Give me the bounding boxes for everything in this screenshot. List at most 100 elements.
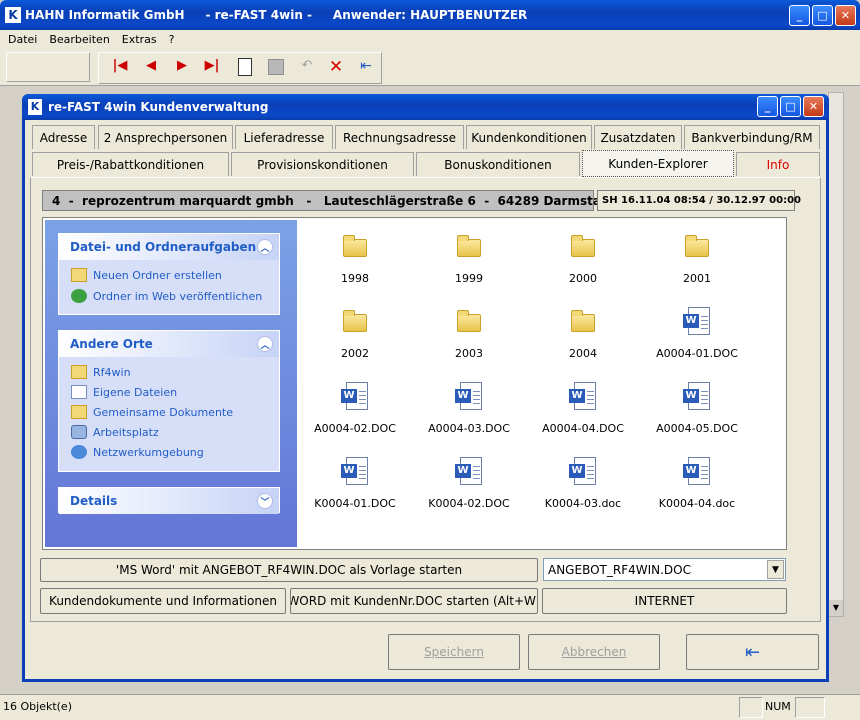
tab-preis-rabatt[interactable]: Preis-/Rabattkonditionen [32,152,229,176]
link-publish-web-label: Ordner im Web veröffentlichen [93,289,263,303]
customer-documents-button[interactable]: Kundendokumente und Informationen [40,588,286,614]
tab-bankverbindung[interactable]: Bankverbindung/RM [684,125,820,149]
network-icon [71,445,87,459]
documents-icon [71,385,87,399]
collapse-chevron-icon[interactable]: ︿ [257,336,273,352]
scroll-down-arrow-icon[interactable]: ▼ [829,600,843,616]
link-publish-web[interactable]: Ordner im Web veröffentlichen [71,289,262,303]
link-arbeitsplatz[interactable]: Arbeitsplatz [71,425,159,439]
word-document-icon: W [339,455,371,487]
session-info: SH 16.11.04 08:54 / 30.12.97 00:00 [597,190,801,211]
dialog-logo-icon: K [28,99,42,115]
menu-datei[interactable]: Datei [8,33,37,46]
document-item[interactable]: W K0004-01.DOC [305,455,405,525]
tab-adresse[interactable]: Adresse [32,125,95,149]
word-document-icon: W [681,305,713,337]
tab-provision[interactable]: Provisionskonditionen [231,152,414,176]
undo-icon[interactable]: ↶ [298,58,316,76]
cancel-button[interactable]: Abbrechen [528,634,660,670]
document-item[interactable]: W A0004-05.DOC [647,380,747,450]
word-document-icon: W [453,380,485,412]
status-separator-1 [739,697,763,718]
panel-file-folder-tasks-title: Datei- und Ordneraufgaben [70,240,257,254]
file-list: 1998 1999 2000 2001 2002 2003 2004 W A0004-01.DO… [297,220,785,547]
folder-icon [681,230,713,262]
exit-door-icon[interactable]: ⇤ [356,58,376,78]
item-label: A0004-04.DOC [542,422,624,435]
dialog-titlebar: K re-FAST 4win Kundenverwaltung _ □ ✕ [22,94,829,120]
tab-lieferadresse[interactable]: Lieferadresse [235,125,333,149]
template-select[interactable]: ANGEBOT_RF4WIN.DOC ▼ [543,558,786,581]
minimize-button[interactable]: _ [789,5,810,26]
next-record-icon[interactable]: ▶ [172,58,192,78]
panel-other-places-header[interactable]: Andere Orte ︿ [59,331,279,357]
folder-item[interactable]: 2003 [419,305,519,375]
document-item[interactable]: W K0004-04.doc [647,455,747,525]
word-document-icon: W [681,455,713,487]
panel-file-folder-tasks-header[interactable]: Datei- und Ordneraufgaben ︿ [59,234,279,260]
document-item[interactable]: W A0004-04.DOC [533,380,633,450]
tab-bonus[interactable]: Bonuskonditionen [416,152,580,176]
tab-ansprechpersonen[interactable]: 2 Ansprechpersonen [98,125,233,149]
menu-help[interactable]: ? [169,33,175,46]
new-document-icon[interactable] [238,58,252,76]
folder-item[interactable]: 2002 [305,305,405,375]
menu-bearbeiten[interactable]: Bearbeiten [49,33,109,46]
document-item[interactable]: W K0004-02.DOC [419,455,519,525]
link-netzwerkumgebung[interactable]: Netzwerkumgebung [71,445,204,459]
tab-kunden-explorer[interactable]: Kunden-Explorer [582,150,734,177]
link-rf4win[interactable]: Rf4win [71,365,131,379]
document-item[interactable]: W A0004-02.DOC [305,380,405,450]
collapse-chevron-icon[interactable]: ︿ [257,239,273,255]
folder-item[interactable]: 2000 [533,230,633,300]
delete-icon[interactable]: ✕ [327,57,345,77]
dialog-maximize-button[interactable]: □ [780,96,801,117]
document-item[interactable]: W A0004-03.DOC [419,380,519,450]
link-new-folder[interactable]: Neuen Ordner erstellen [71,268,222,282]
internet-button[interactable]: INTERNET [542,588,787,614]
item-label: 2001 [683,272,711,285]
computer-icon [71,425,87,439]
first-record-icon[interactable]: |◀ [110,58,130,78]
folder-icon [339,230,371,262]
link-eigene-dateien[interactable]: Eigene Dateien [71,385,177,399]
word-customer-number-button[interactable]: WORD mit KundenNr.DOC starten (Alt+W) [290,588,538,614]
background-scrollbar[interactable]: ▼ [828,92,844,617]
save-button[interactable]: Speichern [388,634,520,670]
folder-item[interactable]: 2001 [647,230,747,300]
tab-info[interactable]: Info [736,152,820,176]
dialog-minimize-button[interactable]: _ [757,96,778,117]
tab-zusatzdaten[interactable]: Zusatzdaten [594,125,682,149]
panel-other-places: Andere Orte ︿ Rf4win Eigene Dateien Geme… [58,330,280,472]
link-netzwerkumgebung-label: Netzwerkumgebung [93,445,204,459]
main-window-title: HAHN Informatik GmbH - re-FAST 4win - An… [25,8,528,22]
start-word-template-button[interactable]: 'MS Word' mit ANGEBOT_RF4WIN.DOC als Vor… [40,558,538,582]
close-button[interactable]: ✕ [835,5,856,26]
folder-item[interactable]: 2004 [533,305,633,375]
maximize-button[interactable]: □ [812,5,833,26]
panel-details-header[interactable]: Details ﹀ [59,488,279,514]
dialog-close-button[interactable]: ✕ [803,96,824,117]
item-label: A0004-05.DOC [656,422,738,435]
menu-extras[interactable]: Extras [122,33,157,46]
link-gemeinsame-dokumente[interactable]: Gemeinsame Dokumente [71,405,233,419]
document-item[interactable]: W A0004-01.DOC [647,305,747,375]
exit-button[interactable]: ⇤ [686,634,819,670]
template-select-value: ANGEBOT_RF4WIN.DOC [548,563,691,577]
folder-icon [453,305,485,337]
folder-item[interactable]: 1999 [419,230,519,300]
folder-item[interactable]: 1998 [305,230,405,300]
save-button-label: Speichern [424,645,484,659]
dropdown-arrow-icon[interactable]: ▼ [767,560,784,579]
tab-rechnungsadresse[interactable]: Rechnungsadresse [335,125,464,149]
last-record-icon[interactable]: ▶| [201,58,223,78]
link-rf4win-label: Rf4win [93,365,131,379]
document-item[interactable]: W K0004-03.doc [533,455,633,525]
prev-record-icon[interactable]: ◀ [141,58,161,78]
word-document-icon: W [453,455,485,487]
expand-chevron-icon[interactable]: ﹀ [257,493,273,509]
tab-kundenkonditionen[interactable]: Kundenkonditionen [466,125,592,149]
item-label: K0004-02.DOC [428,497,510,510]
save-disk-icon[interactable] [268,59,284,75]
word-document-icon: W [681,380,713,412]
